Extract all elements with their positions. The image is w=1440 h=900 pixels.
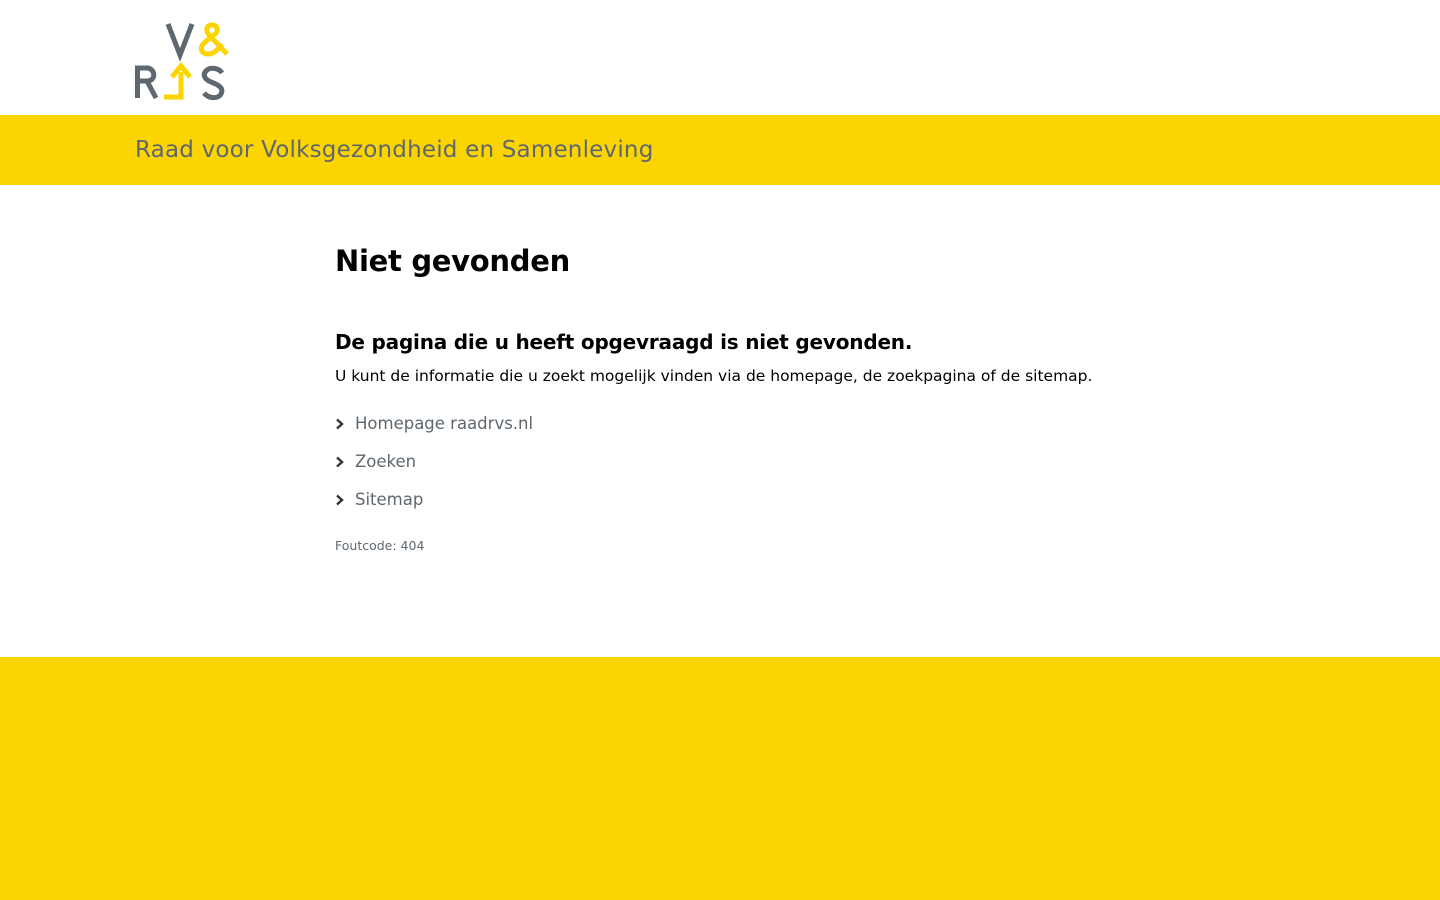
- chevron-right-icon: [335, 451, 355, 473]
- chevron-right-icon: [335, 489, 355, 511]
- main-content: Niet gevonden De pagina die u heeft opge…: [335, 185, 1135, 657]
- organization-name: Raad voor Volksgezondheid en Samenleving: [135, 137, 654, 163]
- chevron-right-icon: [335, 413, 355, 435]
- rvs-logo-icon: [135, 22, 229, 101]
- list-item: Sitemap: [335, 489, 533, 527]
- page-title: Niet gevonden: [335, 244, 570, 278]
- help-links-list: Homepage raadrvs.nl Zoeken Sitemap: [335, 413, 533, 527]
- site-header: [0, 0, 1440, 115]
- homepage-link[interactable]: Homepage raadrvs.nl: [355, 413, 533, 435]
- sitemap-link[interactable]: Sitemap: [355, 489, 423, 511]
- rvs-logo[interactable]: [135, 22, 231, 101]
- error-intro-text: U kunt de informatie die u zoekt mogelij…: [335, 367, 1093, 385]
- list-item: Homepage raadrvs.nl: [335, 413, 533, 451]
- error-subheading: De pagina die u heeft opgevraagd is niet…: [335, 330, 913, 354]
- title-bar: Raad voor Volksgezondheid en Samenleving: [0, 115, 1440, 185]
- list-item: Zoeken: [335, 451, 533, 489]
- error-code: Foutcode: 404: [335, 538, 425, 553]
- site-footer: [0, 657, 1440, 900]
- search-link[interactable]: Zoeken: [355, 451, 416, 473]
